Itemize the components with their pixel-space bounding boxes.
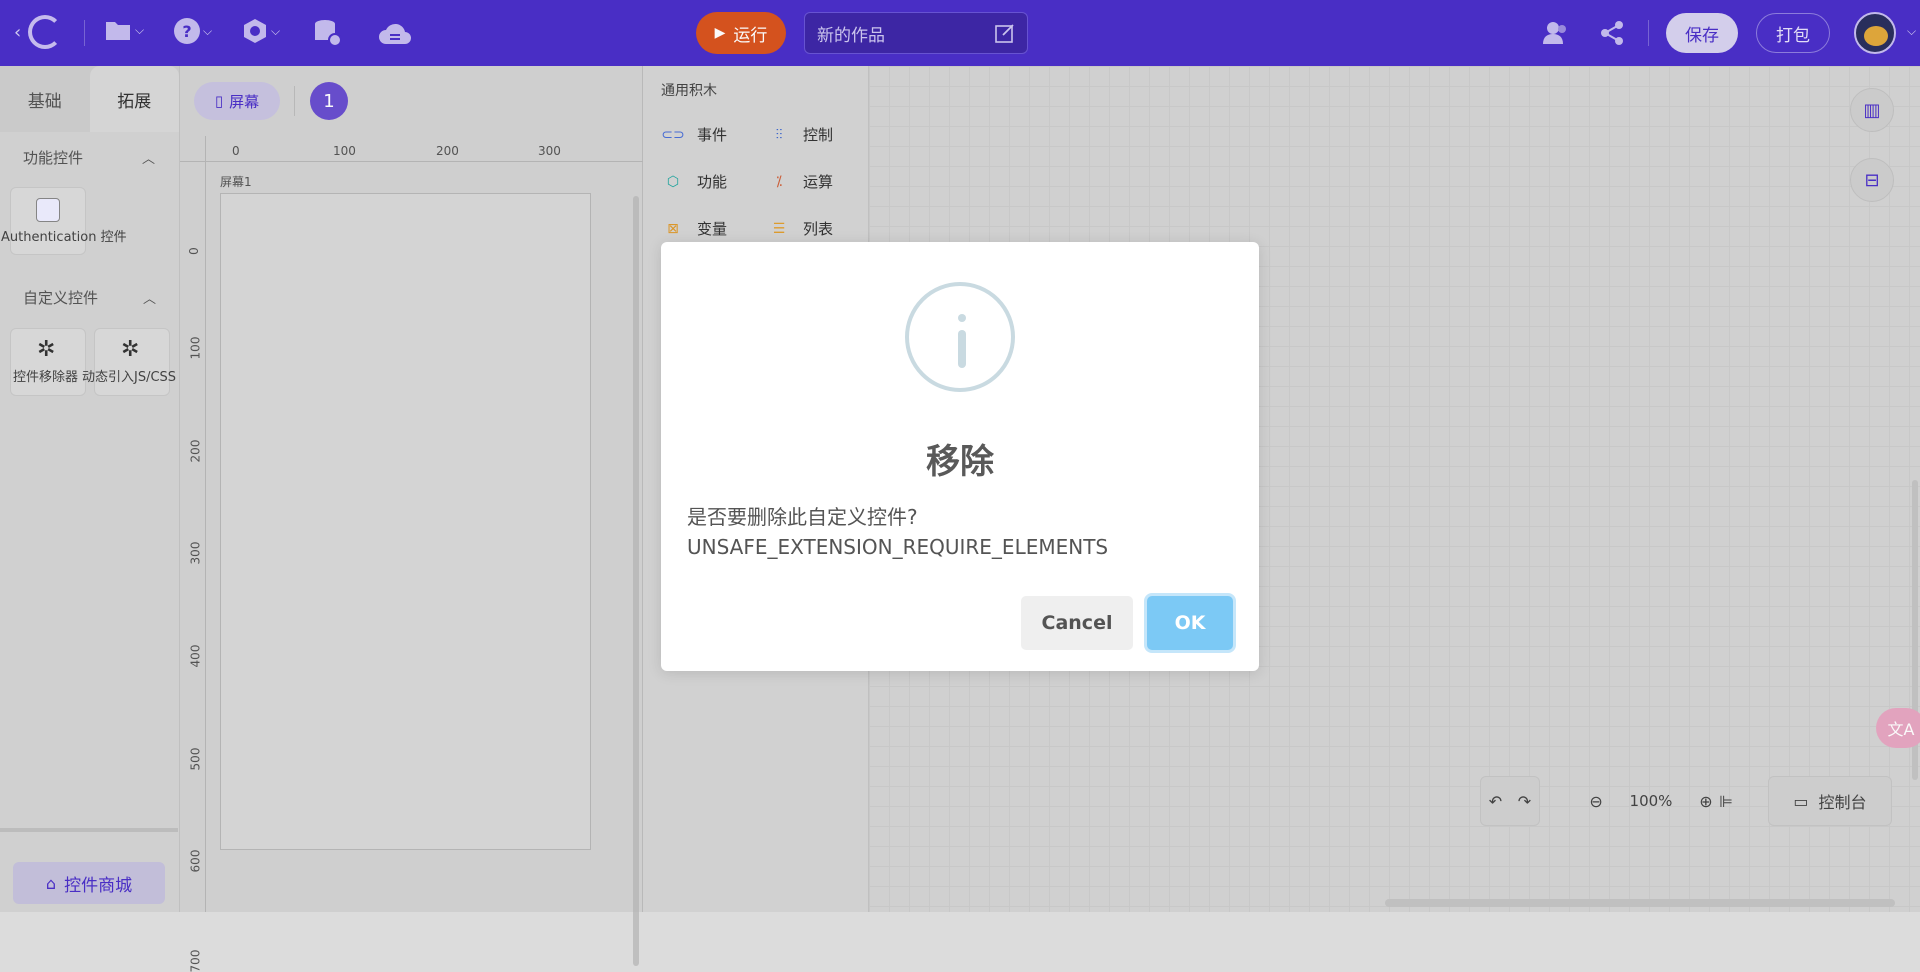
info-icon-bar (958, 330, 966, 368)
cancel-button[interactable]: Cancel (1021, 596, 1133, 650)
dialog-message-line2: UNSAFE_EXTENSION_REQUIRE_ELEMENTS (687, 535, 1109, 559)
dialog-message-line1: 是否要删除此自定义控件? (687, 505, 918, 529)
info-icon (905, 282, 1015, 392)
ok-button[interactable]: OK (1147, 596, 1233, 650)
info-icon-dot (958, 314, 966, 322)
remove-dialog: 移除 是否要删除此自定义控件? UNSAFE_EXTENSION_REQUIRE… (661, 242, 1259, 671)
dialog-title: 移除 (926, 442, 994, 482)
ruler-label: 700 (188, 949, 203, 972)
dialog-message: 是否要删除此自定义控件? UNSAFE_EXTENSION_REQUIRE_EL… (687, 502, 1237, 562)
